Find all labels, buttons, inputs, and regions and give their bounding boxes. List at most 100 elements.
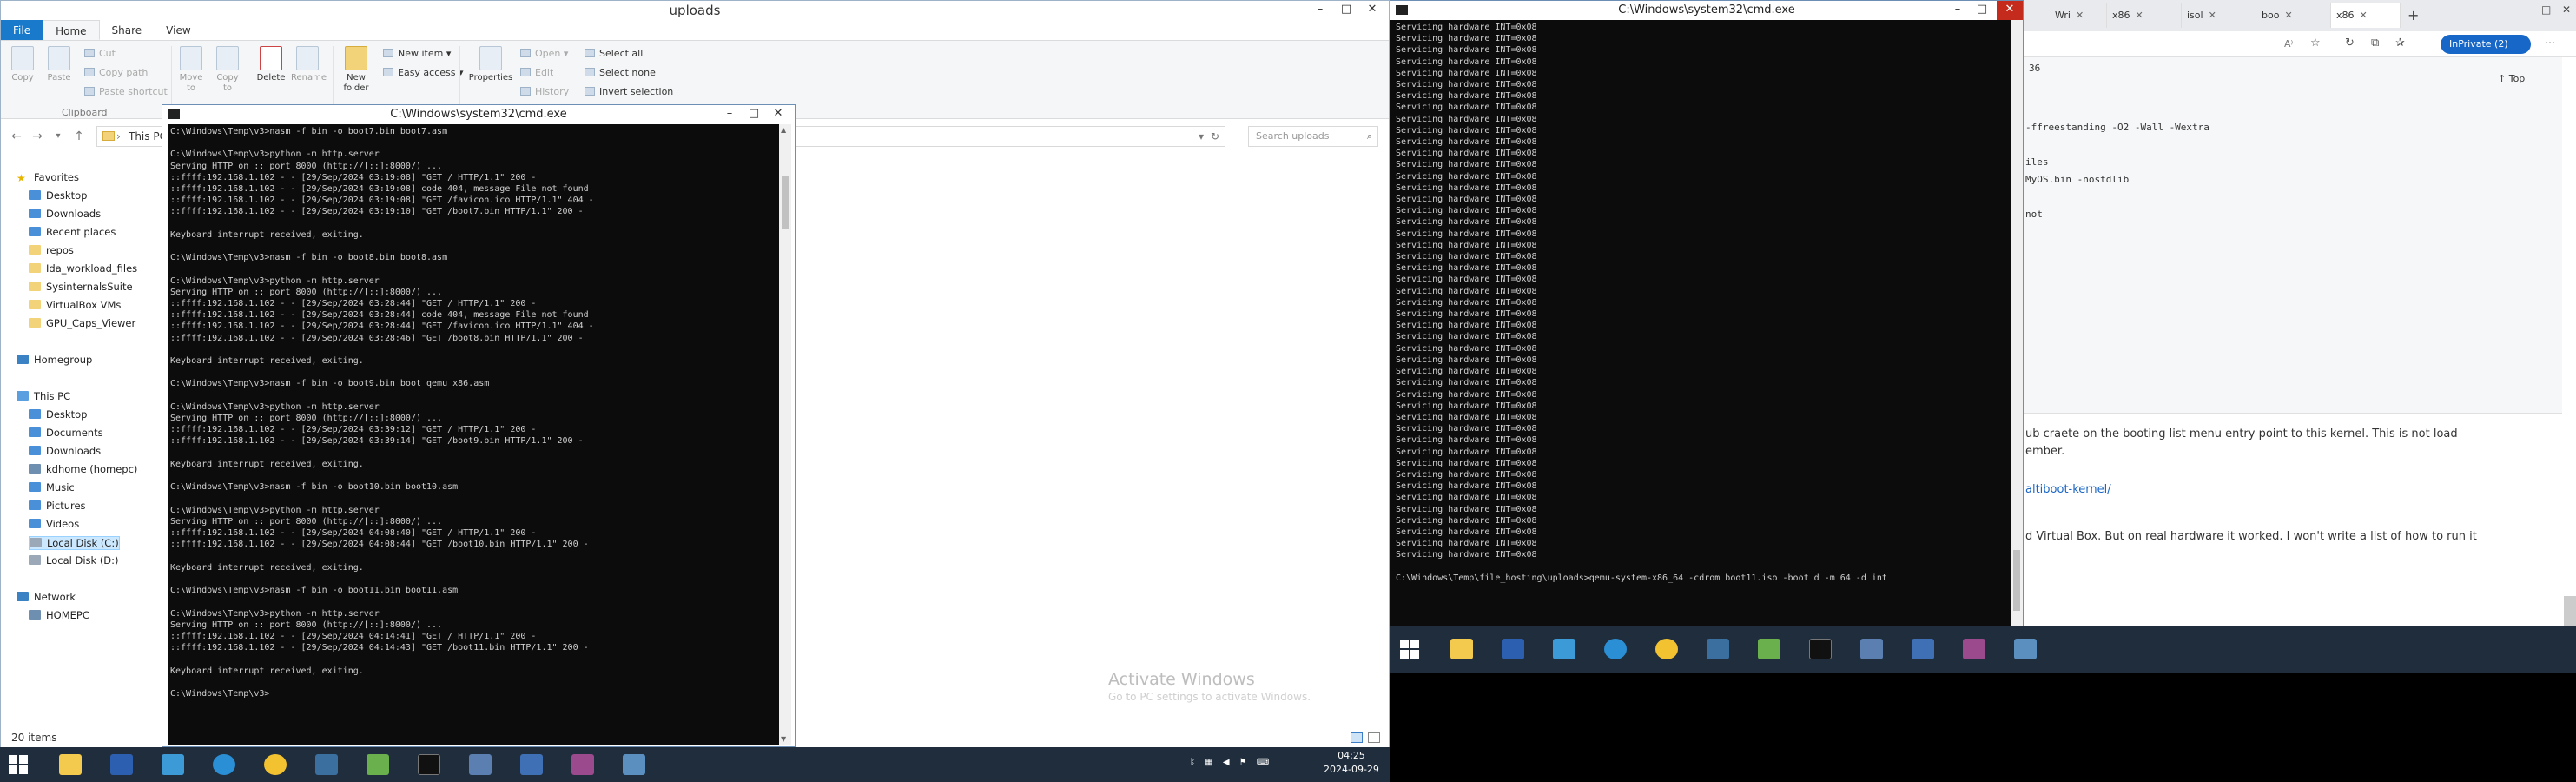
search-input[interactable]: Search uploads ⌕: [1248, 126, 1378, 147]
nav-item-fav-4[interactable]: Ida_workload_files: [29, 262, 137, 275]
nav-item-fav-2[interactable]: Recent places: [29, 226, 116, 238]
browser-tab[interactable]: x86 ✕: [2107, 3, 2182, 28]
open-button[interactable]: Open ▾: [520, 48, 568, 60]
move-to-button[interactable]: Move to: [175, 46, 208, 94]
file-explorer-icon[interactable]: [53, 747, 88, 782]
select-all-button[interactable]: Select all: [585, 48, 643, 60]
cmd2-scrollbar[interactable]: [2011, 20, 2023, 626]
delete-button[interactable]: Delete: [254, 46, 287, 83]
keyboard-icon[interactable]: ⌨: [1257, 758, 1269, 767]
new-folder-button[interactable]: New folder: [340, 46, 373, 94]
refresh-icon[interactable]: ↻: [1211, 127, 1219, 146]
virtualbox-icon[interactable]: [514, 747, 549, 782]
virtualbox-icon[interactable]: [1906, 632, 1940, 666]
cmd2-scroll-thumb[interactable]: [2013, 550, 2020, 611]
nav-homegroup[interactable]: Homegroup: [17, 354, 92, 366]
close-tab-icon[interactable]: ✕: [2076, 10, 2084, 21]
close-icon[interactable]: ✕: [1359, 1, 1385, 20]
nav-item-fav-7[interactable]: GPU_Caps_Viewer: [29, 317, 135, 329]
browser-tab-active[interactable]: x86 ✕: [2331, 3, 2401, 28]
close-icon[interactable]: ✕: [2562, 3, 2571, 16]
start-icon[interactable]: [2, 747, 36, 782]
nav-item-fav-6[interactable]: VirtualBox VMs: [29, 299, 121, 311]
maximize-icon[interactable]: □: [741, 105, 767, 124]
copy-path-button[interactable]: Copy path: [84, 67, 148, 79]
network-tray-icon[interactable]: ▦: [1205, 758, 1212, 767]
large-icons-view-icon[interactable]: [1368, 732, 1380, 743]
refresh-icon[interactable]: ↻: [2345, 36, 2355, 50]
nav-item-fav-0[interactable]: Desktop: [29, 189, 87, 202]
tab-home[interactable]: Home: [43, 20, 100, 40]
nav-item-pc-6[interactable]: Videos: [29, 518, 79, 530]
flag-icon[interactable]: ⚑: [1239, 758, 1247, 767]
close-icon[interactable]: ✕: [765, 105, 791, 124]
nav-network[interactable]: Network: [17, 591, 76, 603]
clock[interactable]: 04:25 2024-09-29: [1324, 749, 1379, 777]
invert-selection-button[interactable]: Invert selection: [585, 86, 673, 98]
control-panel-icon[interactable]: [463, 747, 498, 782]
browser-tab[interactable]: Wri ✕: [2050, 3, 2107, 28]
nav-item-pc-2[interactable]: Downloads: [29, 445, 101, 457]
visual-studio-icon[interactable]: [104, 747, 139, 782]
close-icon[interactable]: ✕: [1997, 1, 2023, 20]
article-link[interactable]: altiboot-kernel/: [2025, 483, 2111, 496]
cmd-icon[interactable]: [412, 747, 446, 782]
tab-view[interactable]: View: [154, 20, 202, 40]
visual-studio-icon[interactable]: [1496, 632, 1530, 666]
inprivate-badge[interactable]: InPrivate (2): [2441, 35, 2531, 54]
new-item-button[interactable]: New item ▾: [383, 48, 451, 60]
nav-item-fav-3[interactable]: repos: [29, 244, 74, 256]
more-icon[interactable]: ⋯: [2545, 36, 2555, 49]
favorites-icon[interactable]: ✰: [2395, 36, 2405, 50]
nav-item-pc-0[interactable]: Desktop: [29, 408, 87, 421]
maximize-icon[interactable]: □: [1333, 1, 1359, 20]
control-panel-icon[interactable]: [1854, 632, 1889, 666]
collections-icon[interactable]: ⧉: [2371, 36, 2379, 50]
read-aloud-icon[interactable]: A⁾: [2284, 38, 2293, 50]
search-icon[interactable]: ⌕: [1367, 127, 1372, 146]
nav-item-pc-5[interactable]: Pictures: [29, 500, 86, 512]
close-tab-icon[interactable]: ✕: [2136, 10, 2143, 21]
edit-button[interactable]: Edit: [520, 67, 553, 79]
breadcrumb-chevron-icon[interactable]: ›: [116, 127, 121, 146]
nav-this-pc[interactable]: This PC: [17, 390, 70, 402]
network-icon[interactable]: [155, 747, 190, 782]
notepadpp-icon[interactable]: [1752, 632, 1787, 666]
nav-item-pc-7[interactable]: Local Disk (C:): [29, 536, 120, 550]
remote-desktop-icon[interactable]: [617, 747, 651, 782]
back-icon[interactable]: ←: [8, 128, 25, 145]
recent-dropdown-icon[interactable]: ▾: [50, 128, 67, 145]
maximize-icon[interactable]: □: [1969, 1, 1995, 20]
minimize-icon[interactable]: –: [1307, 1, 1333, 20]
details-view-icon[interactable]: [1351, 732, 1363, 743]
paste-button[interactable]: Paste: [43, 46, 76, 83]
nav-item-pc-1[interactable]: Documents: [29, 427, 103, 439]
copy-button[interactable]: Copy: [6, 46, 39, 83]
cmd1-console-output[interactable]: C:\Windows\Temp\v3>nasm -f bin -o boot7.…: [168, 124, 779, 745]
cut-button[interactable]: Cut: [84, 48, 116, 60]
chrome-icon[interactable]: [258, 747, 293, 782]
browser-tab[interactable]: isol ✕: [2182, 3, 2256, 28]
copy-to-button[interactable]: Copy to: [211, 46, 244, 94]
bluetooth-icon[interactable]: ᛒ: [1190, 758, 1195, 767]
nav-item-net-0[interactable]: HOMEPC: [29, 609, 89, 621]
new-tab-icon[interactable]: +: [2408, 7, 2419, 23]
cmd-icon[interactable]: [1803, 632, 1838, 666]
volume-icon[interactable]: ◀: [1223, 758, 1230, 767]
paste-shortcut-button[interactable]: Paste shortcut: [84, 86, 168, 98]
edge-icon[interactable]: [207, 747, 241, 782]
up-icon[interactable]: ↑: [70, 128, 88, 145]
edge-icon[interactable]: [1598, 632, 1633, 666]
chrome-icon[interactable]: [1649, 632, 1684, 666]
scroll-up-icon[interactable]: ▲: [781, 126, 786, 134]
cmd1-scrollbar[interactable]: ▲ ▼: [779, 124, 791, 745]
nav-item-pc-3[interactable]: kdhome (homepc): [29, 463, 137, 475]
close-tab-icon[interactable]: ✕: [2209, 10, 2216, 21]
winrar-icon[interactable]: [1957, 632, 1991, 666]
file-explorer-icon[interactable]: [1444, 632, 1479, 666]
tab-file[interactable]: File: [1, 20, 43, 40]
rename-button[interactable]: Rename: [291, 46, 327, 83]
select-none-button[interactable]: Select none: [585, 67, 656, 79]
nav-favorites[interactable]: ★ Favorites: [17, 171, 79, 184]
cmd1-scroll-thumb[interactable]: [782, 176, 789, 229]
